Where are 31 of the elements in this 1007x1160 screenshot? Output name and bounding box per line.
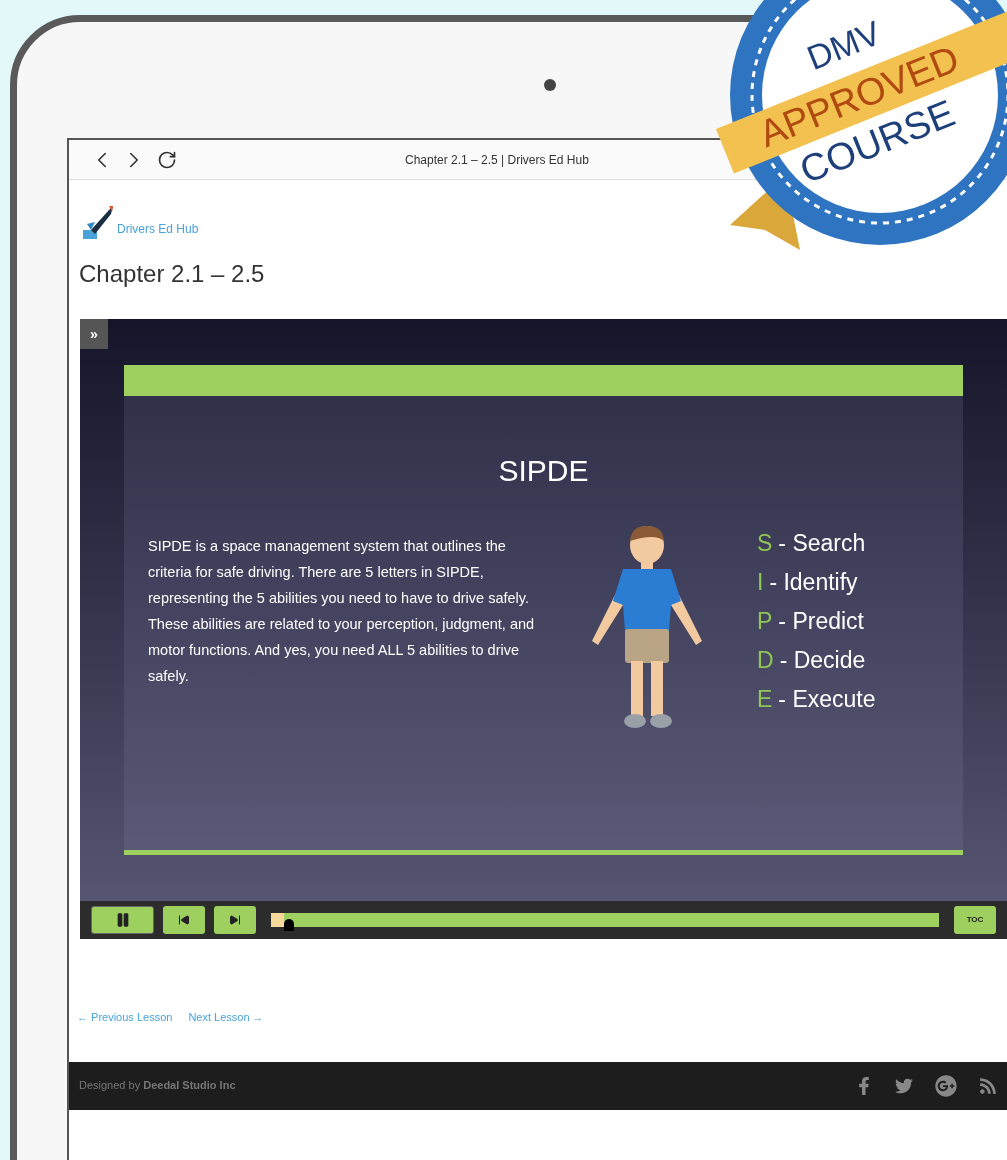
step-label: - Predict bbox=[778, 607, 864, 636]
step-letter: E bbox=[757, 685, 773, 714]
rocket-logo-icon bbox=[81, 204, 115, 242]
menu-toggle-button[interactable]: » bbox=[80, 319, 108, 349]
step-label: - Search bbox=[778, 529, 866, 558]
step-letter: I bbox=[757, 568, 764, 597]
slide-body-text: SIPDE is a space management system that outlines the criteria for safe driving. There are 5 letters in SIPDE, representing the 5 abilities you need to have to drive safely. These abilities are related to your perception, judgment, and motor functions. And yes, you need ALL 5 abilities to drive safely. bbox=[148, 537, 536, 686]
skip-forward-icon bbox=[229, 914, 241, 926]
step-label: - Identify bbox=[769, 568, 858, 597]
footer-credit: Designed by Deedal Studio Inc bbox=[79, 1078, 236, 1094]
lesson-link[interactable]: ← Previous Lesson bbox=[77, 1009, 173, 1026]
toc-button[interactable]: TOC bbox=[954, 906, 996, 934]
next-slide-button[interactable] bbox=[214, 906, 256, 934]
step-letter: P bbox=[757, 607, 773, 636]
twitter-icon[interactable] bbox=[895, 1076, 913, 1095]
lesson-link[interactable]: Next Lesson → bbox=[188, 1009, 264, 1026]
skip-back-icon bbox=[178, 914, 190, 926]
step-letter: S bbox=[757, 529, 773, 558]
slide-title: SIPDE bbox=[497, 453, 590, 489]
play-pause-button[interactable] bbox=[91, 906, 154, 934]
tab-title-text: Chapter 2.1 – 2.5 | Drivers Ed Hub bbox=[405, 151, 589, 169]
google-plus-icon[interactable] bbox=[935, 1074, 957, 1097]
step-label: - Execute bbox=[778, 685, 876, 714]
progress-handle[interactable] bbox=[283, 919, 294, 931]
step-letter: D bbox=[757, 646, 774, 675]
reload-icon[interactable] bbox=[157, 149, 177, 170]
chapter-heading: Chapter 2.1 – 2.5 bbox=[79, 259, 266, 289]
step-label: - Decide bbox=[779, 646, 866, 675]
site-logo-text[interactable]: Drivers Ed Hub bbox=[117, 220, 199, 238]
previous-slide-button[interactable] bbox=[163, 906, 205, 934]
rss-icon[interactable] bbox=[979, 1076, 997, 1095]
